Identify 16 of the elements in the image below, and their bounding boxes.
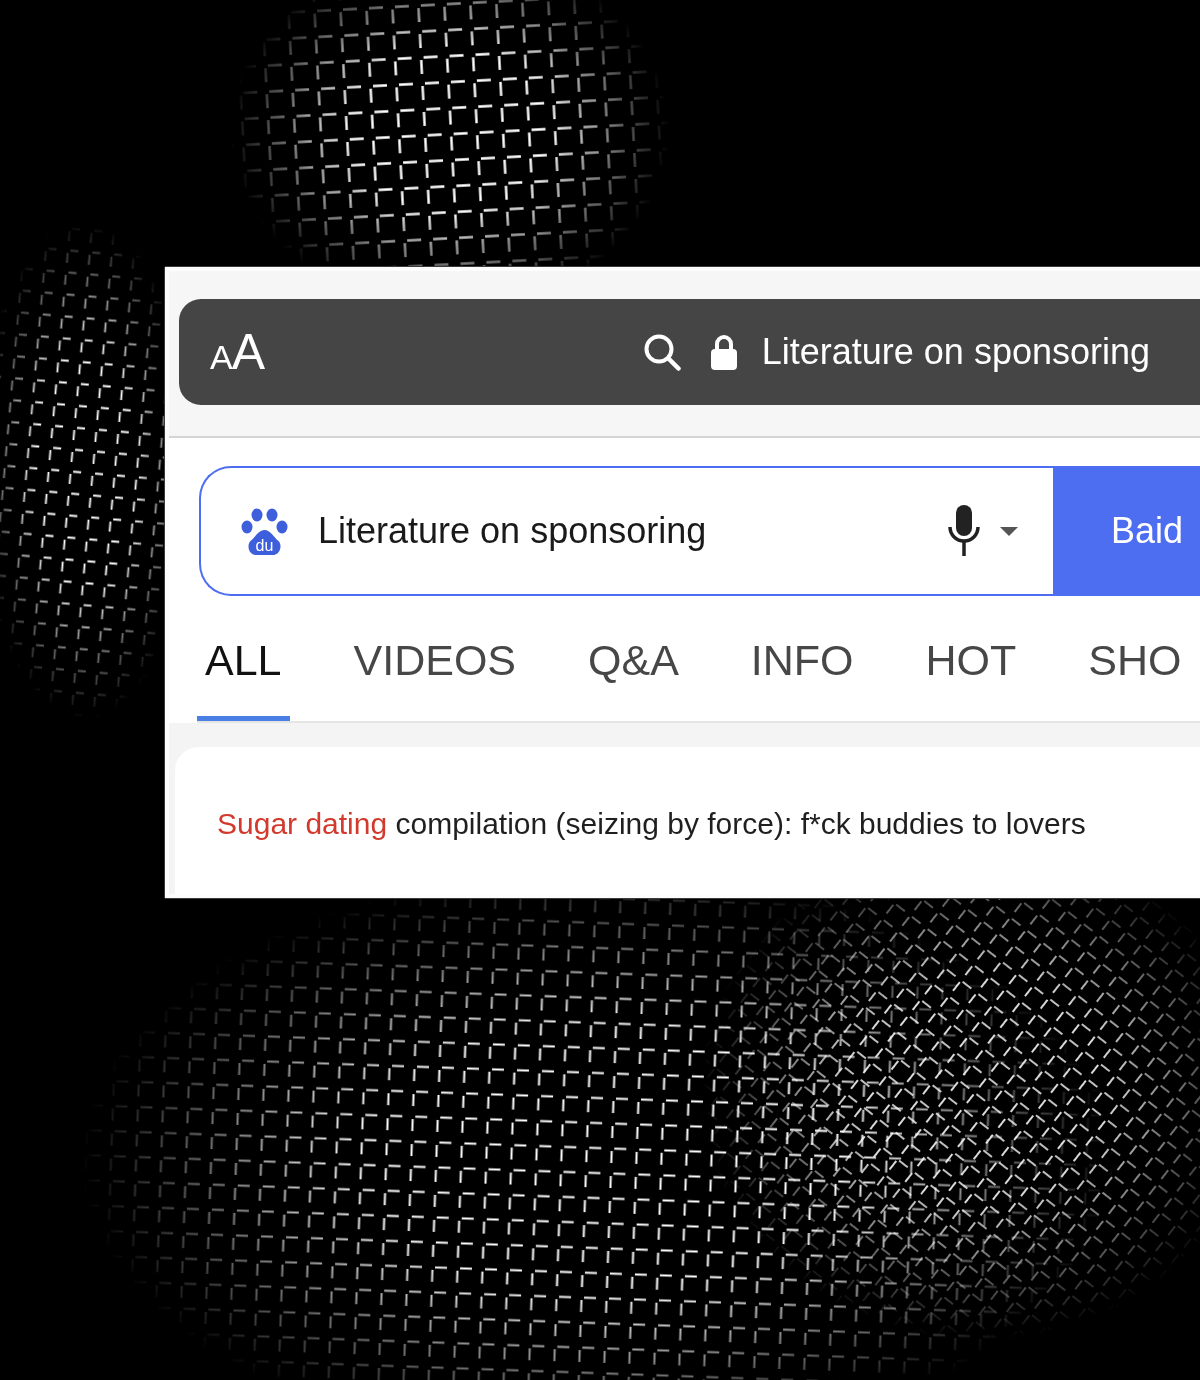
search-field[interactable]: du Literature on sponsoring	[199, 466, 1053, 596]
tab[interactable]: HOT	[917, 596, 1025, 721]
search-icon	[643, 333, 681, 371]
caret-icon[interactable]	[1000, 526, 1018, 536]
text-size-button[interactable]: AA	[210, 327, 265, 377]
tab[interactable]: VIDEOS	[345, 596, 524, 721]
lock-icon	[710, 334, 737, 370]
tab[interactable]: SHO	[1080, 596, 1190, 721]
address-bar[interactable]: AA Literature on sponsoring	[179, 299, 1200, 405]
result-title-link[interactable]: Sugar dating compilation (seizing by force): f*ck buddies to lovers	[217, 806, 1086, 842]
microphone-icon[interactable]	[948, 505, 980, 557]
search-query-text: Literature on sponsoring	[318, 510, 708, 552]
tab[interactable]: Q&A	[580, 596, 687, 721]
search-button[interactable]: Baid	[1053, 466, 1200, 596]
tab[interactable]: INFO	[742, 596, 862, 721]
url-text: Literature on sponsoring	[761, 331, 1150, 373]
